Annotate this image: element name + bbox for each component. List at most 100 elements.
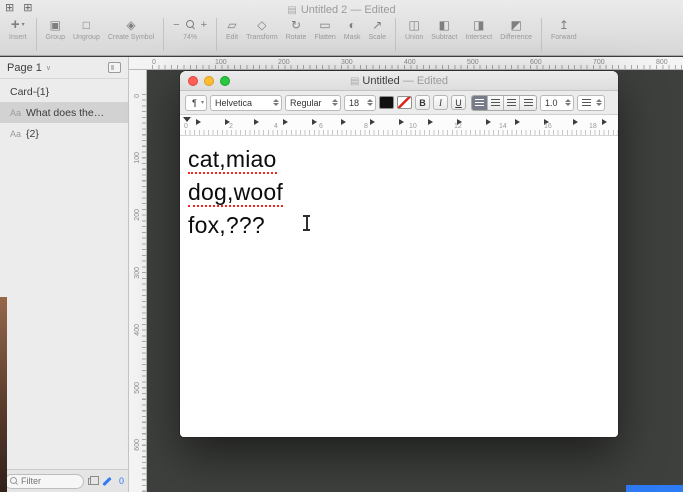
ruler-number: 12: [454, 123, 462, 130]
toolbar-item[interactable]: ◫ Union: [405, 17, 424, 42]
ruler-ticks: [142, 94, 146, 492]
zoom-button[interactable]: [220, 75, 230, 86]
toolbar-divider: [163, 18, 165, 51]
layer-list-item[interactable]: Aa {2}: [0, 123, 128, 144]
document-content[interactable]: cat,miao dog,woof fox,???: [180, 136, 618, 437]
filter-input[interactable]: [21, 476, 77, 486]
ruler-number: 6: [319, 123, 323, 130]
textedit-window: ▤ Untitled — Edited ¶ ▾ Helvetica Regular …: [180, 71, 618, 437]
pages-icon[interactable]: [88, 475, 99, 485]
layer-list-item[interactable]: Aa What does the…: [0, 102, 128, 123]
minimize-button[interactable]: [204, 75, 214, 86]
align-justify-icon: [507, 99, 516, 106]
toolbar-item[interactable]: ▣ Group: [45, 17, 65, 42]
close-button[interactable]: [188, 75, 198, 86]
layer-label: What does the…: [26, 106, 105, 119]
zoom-out-icon[interactable]: −: [173, 19, 179, 31]
ruler-ticks: [185, 130, 618, 135]
plus-icon: + ▾: [10, 17, 25, 33]
indent-marker-icon[interactable]: [183, 117, 191, 122]
chevron-down-icon: ▾: [200, 100, 204, 106]
stepper-icon: [272, 99, 279, 106]
align-right-button[interactable]: [520, 95, 536, 110]
toolbar-divider: [395, 18, 396, 51]
toolbar-item-icon: ◧: [438, 17, 450, 32]
toolbar-item[interactable]: ◈ Create Symbol: [108, 17, 154, 42]
align-justify-button[interactable]: [504, 95, 520, 110]
toolbar-item-icon: □: [82, 17, 91, 32]
toolbar-divider: [541, 18, 543, 51]
zoom-control[interactable]: − + 74%: [173, 17, 207, 42]
edit-pencil-icon[interactable]: [102, 476, 112, 486]
sketch-window-title: ▤ Untitled 2 — Edited: [287, 4, 396, 16]
layer-list-item[interactable]: Card-{1}: [0, 81, 128, 102]
toolbar-item[interactable]: ◧ Subtract: [431, 17, 457, 42]
alignment-segmented-control: [471, 94, 537, 111]
toolbar-item-icon: ◇: [257, 17, 267, 32]
italic-button[interactable]: I: [433, 95, 448, 110]
toolbar-item-label: Intersect: [465, 34, 493, 41]
align-left-icon: [475, 99, 484, 106]
layer-count-badge: 0: [119, 476, 125, 486]
search-icon: [10, 477, 18, 485]
bold-button[interactable]: B: [415, 95, 430, 110]
toolbar-item[interactable]: □ Ungroup: [73, 17, 100, 42]
document-icon: ▤: [349, 75, 360, 87]
text-color-well[interactable]: [379, 96, 394, 109]
toolbar-item[interactable]: ◐ Mask: [344, 17, 361, 42]
font-size-select[interactable]: 18: [344, 94, 376, 111]
toolbar-item[interactable]: ▭ Flatten: [314, 17, 336, 42]
traffic-lights: [188, 75, 230, 86]
toolbar-item-icon: ↻: [291, 17, 302, 32]
toolbar-item[interactable]: ↥ Forward: [551, 17, 577, 42]
align-center-button[interactable]: [488, 95, 504, 110]
line-spacing-select[interactable]: 1.0: [540, 94, 574, 111]
chevron-down-icon: ▾: [21, 21, 25, 28]
list-style-select[interactable]: [577, 94, 605, 111]
toolbar-item[interactable]: ◨ Intersect: [465, 17, 493, 42]
underline-button[interactable]: U: [451, 95, 466, 110]
toolbar-item-label: Edit: [226, 34, 239, 41]
layers-sidebar: Page 1 ∨ Card-{1} Aa What does the… Aa {…: [0, 57, 129, 492]
page-selector[interactable]: Page 1: [7, 62, 42, 74]
toolbar-item-label: Forward: [551, 34, 577, 41]
textedit-titlebar[interactable]: ▤ Untitled — Edited: [180, 71, 618, 91]
stepper-icon: [564, 99, 571, 106]
page-list-toggle-icon[interactable]: [108, 62, 121, 73]
toolbar-item[interactable]: ◩ Difference: [500, 17, 532, 42]
screen: ⊞ ⊞ ▤ Untitled 2 — Edited + ▾ Insert ▣ Gro…: [0, 0, 683, 492]
toolbar-item[interactable]: ▱ Edit: [226, 17, 239, 42]
document-line-text: cat,miao: [188, 146, 277, 174]
format-toolbar: ¶ ▾ Helvetica Regular 18 B I U 1.0: [180, 91, 618, 115]
align-center-icon: [491, 99, 500, 106]
text-color-picker-icon[interactable]: [397, 96, 412, 109]
document-line-text: fox,???: [188, 212, 265, 238]
toolbar-item-icon: ◐: [348, 17, 356, 32]
toolbar-item-label: Flatten: [314, 34, 336, 41]
toolbar-item[interactable]: ↗ Scale: [368, 17, 386, 42]
zoom-in-icon[interactable]: +: [201, 19, 207, 31]
document-line: dog,woof: [188, 176, 618, 209]
font-face-select[interactable]: Regular: [285, 94, 341, 111]
font-family-select[interactable]: Helvetica: [210, 94, 282, 111]
toolbar-item-label: Rotate: [285, 34, 307, 41]
paragraph-styles-button[interactable]: ¶ ▾: [185, 94, 207, 111]
insert-button[interactable]: + ▾ Insert: [9, 17, 27, 41]
layer-list: Card-{1} Aa What does the… Aa {2}: [0, 79, 128, 469]
magnifier-icon: [185, 20, 195, 29]
ruler-number: 2: [229, 123, 233, 130]
filter-field[interactable]: [4, 473, 84, 489]
toolbar-item[interactable]: ↻ Rotate: [285, 17, 307, 42]
ruler-number: 0: [184, 123, 188, 130]
align-left-button[interactable]: [472, 95, 488, 110]
toolbar-item-icon: ▱: [227, 17, 237, 32]
toolbar-item-label: Scale: [368, 34, 386, 41]
toolbar-item-icon: ◨: [473, 17, 485, 32]
toolbar-item[interactable]: ◇ Transform: [246, 17, 278, 42]
toolbar-item-label: Group: [45, 34, 65, 41]
toolbar-item-label: Union: [405, 34, 424, 41]
toolbar-divider: [35, 18, 37, 51]
ibeam-cursor: [302, 215, 311, 231]
ruler-ticks: [152, 65, 683, 69]
layer-label: Card-{1}: [10, 85, 50, 98]
